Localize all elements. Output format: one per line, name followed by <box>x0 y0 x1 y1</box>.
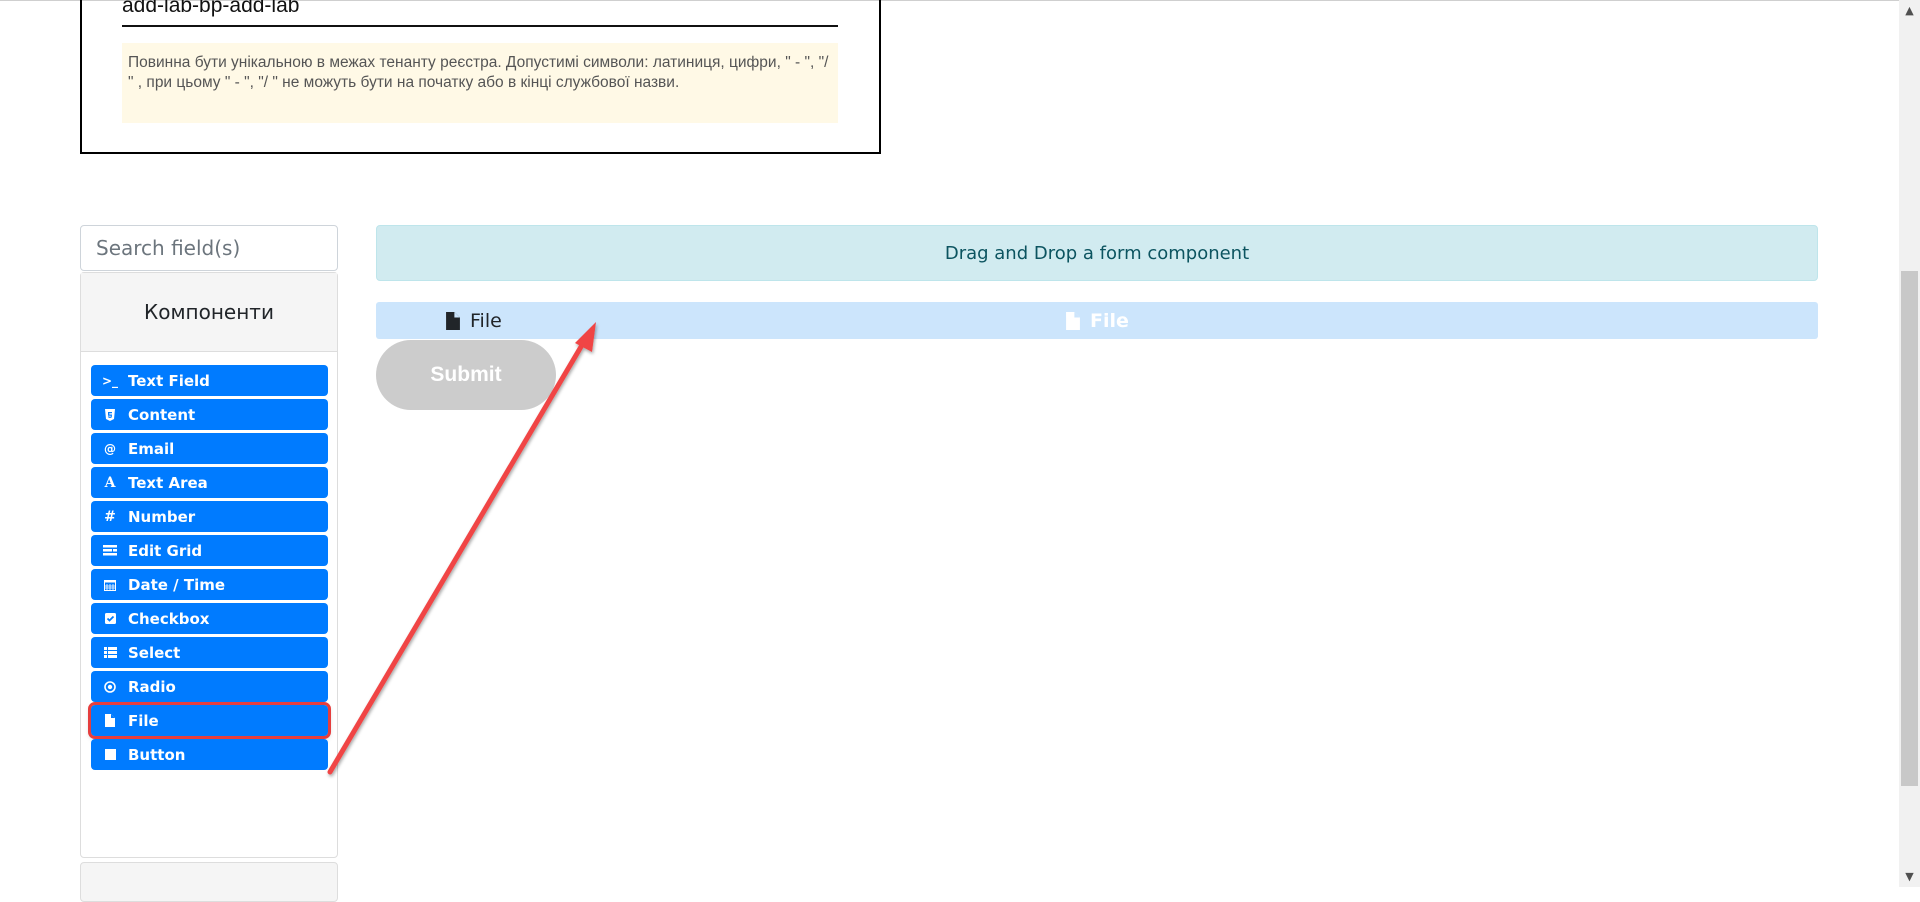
component-label: Content <box>128 405 196 424</box>
calendar-icon <box>101 579 119 591</box>
file-icon <box>446 311 460 330</box>
submit-button[interactable]: Submit <box>376 340 556 410</box>
component-label: Radio <box>128 677 176 696</box>
form-name-underline <box>122 25 838 27</box>
form-name-hint: Повинна бути унікальною в межах тенанту … <box>122 43 838 123</box>
page-scrollbar[interactable]: ▲ ▼ <box>1899 0 1920 887</box>
hashtag-icon: # <box>104 508 116 525</box>
component-label: Email <box>128 439 175 458</box>
file-icon <box>101 714 119 727</box>
stop-icon <box>101 749 119 760</box>
component-date-time[interactable]: Date / Time <box>91 569 328 600</box>
search-fields-input[interactable]: Search field(s) <box>80 225 338 271</box>
check-square-icon <box>101 613 119 624</box>
component-checkbox[interactable]: Checkbox <box>91 603 328 634</box>
tasks-icon <box>101 545 119 556</box>
form-name-input[interactable]: add-lab-bp-add-lab <box>122 0 299 18</box>
component-edit-grid[interactable]: Edit Grid <box>91 535 328 566</box>
component-label: Date / Time <box>128 575 226 594</box>
font-icon: A <box>104 474 116 491</box>
drop-zone[interactable]: Drag and Drop a form component <box>376 225 1818 281</box>
component-text-field[interactable]: >_ Text Field <box>91 365 328 396</box>
component-label: File <box>128 711 159 730</box>
component-content[interactable]: Content <box>91 399 328 430</box>
drag-placeholder: File <box>1066 302 1129 339</box>
component-label: Checkbox <box>128 609 210 628</box>
components-panel: Компоненти >_ Text Field Content @ Email… <box>80 272 338 858</box>
component-number[interactable]: # Number <box>91 501 328 532</box>
at-icon: @ <box>104 441 116 456</box>
component-button[interactable]: Button <box>91 739 328 770</box>
component-label: Edit Grid <box>128 541 203 560</box>
component-email[interactable]: @ Email <box>91 433 328 464</box>
component-select[interactable]: Select <box>91 637 328 668</box>
component-label: Text Area <box>128 473 208 492</box>
component-label: Button <box>128 745 186 764</box>
scroll-down-icon[interactable]: ▼ <box>1899 868 1920 885</box>
next-components-panel[interactable] <box>80 862 338 902</box>
component-text-area[interactable]: A Text Area <box>91 467 328 498</box>
html5-icon <box>101 408 119 421</box>
components-panel-title[interactable]: Компоненти <box>81 273 337 352</box>
drop-zone-text: Drag and Drop a form component <box>944 242 1250 264</box>
component-label: Number <box>128 507 196 526</box>
dot-circle-icon <box>101 680 119 693</box>
component-radio[interactable]: Radio <box>91 671 328 702</box>
dragged-component-row[interactable]: File File <box>376 302 1818 339</box>
dragged-component-label: File <box>470 309 502 332</box>
terminal-icon: >_ <box>101 373 119 388</box>
drag-placeholder-label: File <box>1090 309 1129 332</box>
component-label: Select <box>128 643 181 662</box>
component-label: Text Field <box>128 371 210 390</box>
dragged-component[interactable]: File <box>446 302 502 339</box>
list-icon <box>101 647 119 658</box>
component-file[interactable]: File <box>88 702 331 739</box>
scroll-thumb[interactable] <box>1901 271 1918 786</box>
file-icon <box>1066 311 1080 330</box>
scroll-up-icon[interactable]: ▲ <box>1899 2 1920 19</box>
